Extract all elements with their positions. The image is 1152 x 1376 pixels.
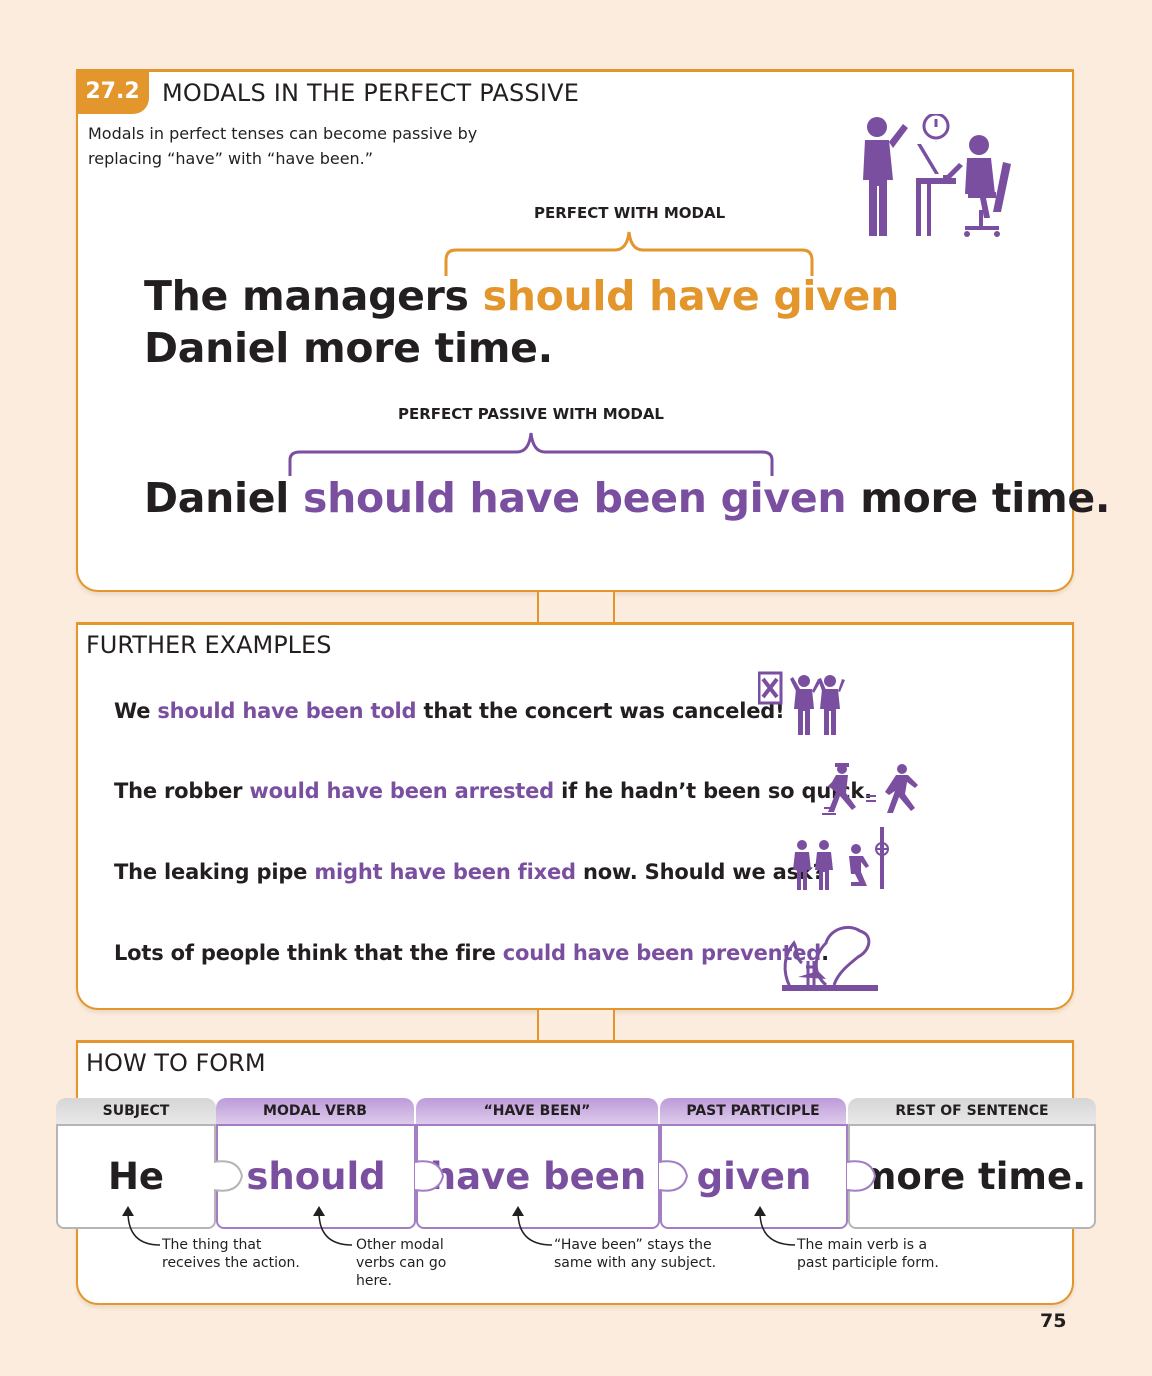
example-2: The robber would have been arrested if h… (114, 779, 872, 803)
example-1-after: that the concert was canceled! (416, 699, 785, 723)
sentence2-highlight: should have been given (302, 474, 847, 522)
example-2-highlight: would have been arrested (249, 779, 554, 803)
section-number: 27.2 (76, 69, 149, 114)
example-3-before: The leaking pipe (114, 860, 315, 884)
panel-connector (537, 1010, 615, 1042)
example-4-highlight: could have been prevented (502, 941, 822, 965)
note-past-participle: The main verb is a past participle form. (797, 1237, 939, 1271)
example-2-before: The robber (114, 779, 250, 803)
example-3-highlight: might have been fixed (314, 860, 576, 884)
sentence1-highlight: should have given (482, 272, 900, 320)
page-number: 75 (1040, 1310, 1067, 1332)
further-examples-heading: FURTHER EXAMPLES (86, 631, 332, 659)
how-to-form-heading: HOW TO FORM (86, 1049, 266, 1077)
plumbers-icon (790, 825, 900, 893)
intro-text: Modals in perfect tenses can become pass… (88, 124, 478, 168)
example-4-before: Lots of people think that the fire (114, 941, 503, 965)
section-title: MODALS IN THE PERFECT PASSIVE (162, 79, 580, 107)
example-sentence-passive: Daniel should have been given more time. (144, 472, 1110, 524)
example-4: Lots of people think that the fire could… (114, 941, 829, 965)
sentence2-after: more time. (846, 474, 1111, 522)
sentence1-line2: Daniel more time. (144, 324, 553, 372)
note-have-been: “Have been” stays the same with any subj… (554, 1237, 717, 1271)
perfect-passive-modal-label: PERFECT PASSIVE WITH MODAL (398, 405, 664, 423)
example-3-after: now. Should we ask? (575, 860, 825, 884)
note-subject: The thing that receives the action. (162, 1237, 300, 1271)
office-workers-icon (853, 114, 1023, 239)
main-panel: 27.2 MODALS IN THE PERFECT PASSIVE Modal… (76, 69, 1110, 592)
panel-connector (537, 592, 615, 624)
sentence2-before: Daniel (144, 474, 303, 522)
note-modal-verb: Other modal verbs can go here. (356, 1237, 447, 1289)
purple-brace (288, 432, 774, 476)
example-3: The leaking pipe might have been fixed n… (114, 860, 825, 884)
police-chase-icon (820, 763, 930, 819)
perfect-modal-label: PERFECT WITH MODAL (534, 204, 726, 222)
further-examples-panel: FURTHER EXAMPLES We should have been tol… (76, 622, 1074, 1010)
example-1: We should have been told that the concer… (114, 699, 785, 723)
fire-ruins-icon (778, 921, 882, 993)
example-sentence-active: The managers should have given Daniel mo… (144, 270, 899, 374)
example-1-highlight: should have been told (157, 699, 417, 723)
sentence1-before: The managers (144, 272, 483, 320)
disappointed-fans-icon (758, 671, 854, 737)
example-1-before: We (114, 699, 158, 723)
